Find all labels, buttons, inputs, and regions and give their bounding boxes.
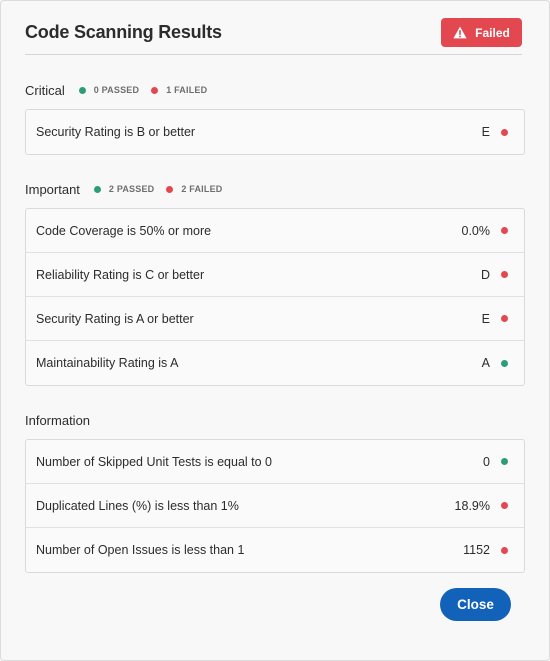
check-row: Number of Skipped Unit Tests is equal to… — [26, 440, 524, 484]
check-row: Security Rating is A or better E — [26, 297, 524, 341]
failed-dot-icon — [166, 185, 174, 193]
passed-count: 2 PASSED — [93, 184, 154, 194]
close-button[interactable]: Close — [440, 588, 511, 621]
check-row: Reliability Rating is C or better D — [26, 253, 524, 297]
passed-count: 0 PASSED — [78, 85, 139, 95]
check-value: 18.9% — [454, 498, 490, 513]
check-label: Maintainability Rating is A — [36, 356, 179, 370]
section-header-information: Information — [25, 411, 90, 429]
check-row: Security Rating is B or better E — [26, 110, 524, 154]
failed-dot-icon — [501, 227, 508, 234]
failed-count: 2 FAILED — [166, 184, 222, 194]
failed-count: 1 FAILED — [151, 85, 207, 95]
section-panel-critical: Security Rating is B or better E — [25, 109, 525, 155]
passed-dot-icon — [501, 359, 508, 367]
failed-dot-icon — [501, 271, 508, 278]
check-row: Number of Open Issues is less than 1 115… — [26, 528, 524, 572]
check-value: E — [481, 311, 490, 326]
section-header-critical: Critical 0 PASSED 1 FAILED — [25, 81, 207, 99]
check-label: Security Rating is A or better — [36, 311, 194, 326]
check-label: Number of Skipped Unit Tests is equal to… — [36, 454, 273, 469]
check-label: Reliability Rating is C or better — [36, 267, 205, 282]
section-panel-information: Number of Skipped Unit Tests is equal to… — [25, 439, 525, 573]
check-label: Code Coverage is 50% or more — [36, 223, 212, 238]
failed-dot-icon — [501, 546, 508, 554]
status-badge-label: Failed — [475, 25, 510, 40]
check-value: D — [480, 267, 490, 282]
check-value: A — [481, 356, 490, 370]
check-row: Code Coverage is 50% or more 0.0% — [26, 209, 524, 253]
check-value: E — [481, 125, 490, 139]
check-label: Number of Open Issues is less than 1 — [36, 543, 245, 557]
section-header-important: Important 2 PASSED 2 FAILED — [25, 180, 222, 198]
passed-dot-icon — [93, 185, 101, 193]
section-title: Important — [25, 181, 80, 197]
check-row: Duplicated Lines (%) is less than 1% 18.… — [26, 484, 524, 528]
section-title: Critical — [25, 82, 65, 98]
status-badge: Failed — [441, 18, 522, 47]
failed-dot-icon — [501, 502, 508, 509]
failed-dot-icon — [151, 86, 159, 94]
section-title: Information — [25, 412, 91, 428]
check-row: Maintainability Rating is A A — [26, 341, 524, 385]
code-scanning-dialog: Code Scanning Results Failed Critical 0 … — [0, 0, 550, 661]
check-value: 0 — [483, 454, 490, 469]
dialog-title: Code Scanning Results — [25, 22, 222, 42]
passed-dot-icon — [78, 86, 86, 94]
check-value: 1152 — [463, 543, 490, 557]
check-value: 0.0% — [461, 223, 491, 238]
failed-dot-icon — [501, 128, 508, 136]
alert-triangle-icon — [453, 26, 467, 39]
passed-dot-icon — [501, 458, 508, 465]
check-label: Duplicated Lines (%) is less than 1% — [36, 498, 239, 513]
dialog-header: Code Scanning Results Failed — [25, 1, 522, 55]
section-panel-important: Code Coverage is 50% or more 0.0% Reliab… — [25, 208, 525, 386]
check-label: Security Rating is B or better — [36, 125, 196, 139]
failed-dot-icon — [501, 315, 508, 322]
